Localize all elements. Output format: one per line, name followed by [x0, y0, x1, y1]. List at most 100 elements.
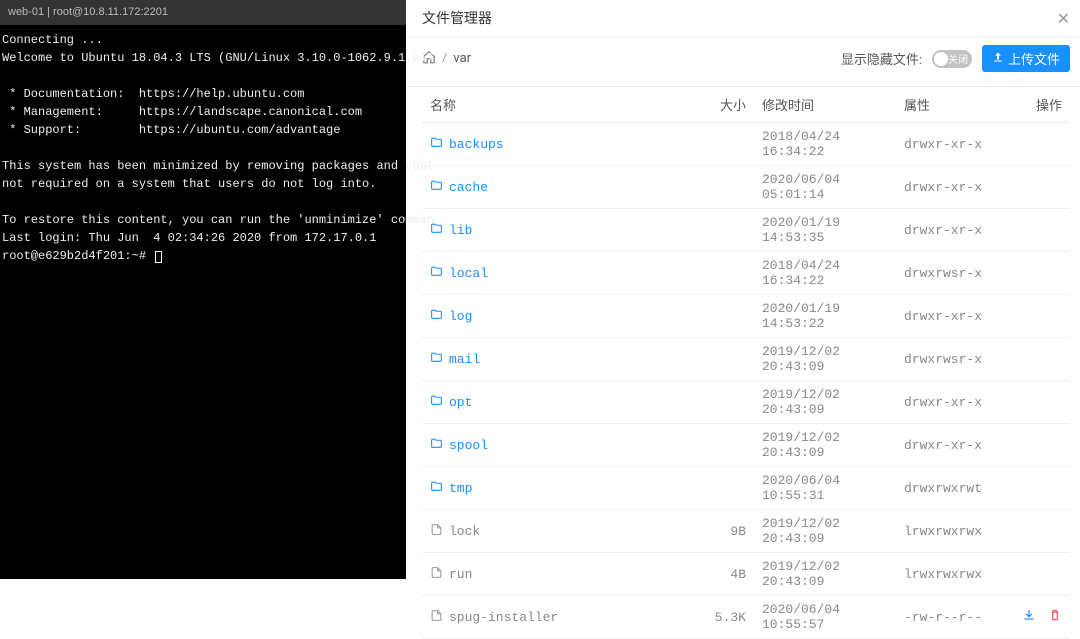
file-time: 2019/12/02 20:43:09: [762, 430, 904, 460]
file-name-text: log: [449, 309, 472, 324]
file-time: 2020/01/19 14:53:22: [762, 301, 904, 331]
file-attr: lrwxrwxrwx: [904, 567, 1022, 582]
file-name-text: run: [449, 567, 472, 582]
file-time: 2019/12/02 20:43:09: [762, 344, 904, 374]
file-name-text: spug-installer: [449, 610, 558, 625]
switch-off-label: 关闭: [948, 51, 968, 66]
terminal-output[interactable]: Connecting ... Welcome to Ubuntu 18.04.3…: [0, 25, 406, 265]
file-time: 2019/12/02 20:43:09: [762, 516, 904, 546]
file-icon: [430, 609, 443, 626]
file-name[interactable]: local: [422, 265, 702, 282]
file-name-text: opt: [449, 395, 472, 410]
table-row: spug-installer 5.3K 2020/06/04 10:55:57 …: [422, 596, 1070, 639]
file-icon: [430, 523, 443, 540]
table-header: 名称 大小 修改时间 属性 操作: [422, 87, 1070, 123]
file-attr: drwxr-xr-x: [904, 137, 1022, 152]
file-time: 2020/06/04 10:55:57: [762, 602, 904, 632]
switch-knob: [934, 52, 948, 66]
file-name[interactable]: backups: [422, 136, 702, 153]
file-name-text: tmp: [449, 481, 472, 496]
table-body: backups 2018/04/24 16:34:22 drwxr-xr-x c…: [422, 123, 1070, 639]
download-icon[interactable]: [1022, 608, 1036, 626]
terminal-cursor: [155, 251, 162, 263]
file-size: 9B: [702, 524, 762, 539]
file-name[interactable]: cache: [422, 179, 702, 196]
folder-icon: [430, 480, 443, 497]
col-size-header: 大小: [702, 95, 762, 114]
file-size: 4B: [702, 567, 762, 582]
table-row: opt 2019/12/02 20:43:09 drwxr-xr-x: [422, 381, 1070, 424]
folder-icon: [430, 308, 443, 325]
folder-icon: [430, 437, 443, 454]
col-attr-header: 属性: [904, 95, 1022, 114]
file-manager-panel: 文件管理器 ✕ / var 显示隐藏文件: 关闭 上传文件: [406, 0, 1080, 579]
terminal-prompt: root@e629b2d4f201:~#: [2, 249, 153, 263]
file-time: 2020/06/04 05:01:14: [762, 172, 904, 202]
table-row: spool 2019/12/02 20:43:09 drwxr-xr-x: [422, 424, 1070, 467]
file-name-text: lock: [449, 524, 480, 539]
table-row: cache 2020/06/04 05:01:14 drwxr-xr-x: [422, 166, 1070, 209]
file-attr: drwxrwsr-x: [904, 266, 1022, 281]
file-name-text: backups: [449, 137, 504, 152]
file-name-text: local: [449, 266, 488, 281]
file-ops: [1022, 608, 1070, 626]
file-name[interactable]: tmp: [422, 480, 702, 497]
hidden-files-toggle[interactable]: 关闭: [932, 50, 972, 68]
terminal-lines: Connecting ... Welcome to Ubuntu 18.04.3…: [2, 33, 434, 245]
file-attr: -rw-r--r--: [904, 610, 1022, 625]
file-time: 2019/12/02 20:43:09: [762, 559, 904, 589]
file-name[interactable]: spool: [422, 437, 702, 454]
panel-header: 文件管理器 ✕: [406, 0, 1080, 37]
file-attr: drwxr-xr-x: [904, 180, 1022, 195]
file-attr: drwxr-xr-x: [904, 438, 1022, 453]
upload-icon: [992, 51, 1004, 66]
file-name: lock: [422, 523, 702, 540]
delete-icon[interactable]: [1048, 608, 1062, 626]
file-name: spug-installer: [422, 609, 702, 626]
folder-icon: [430, 179, 443, 196]
table-row: local 2018/04/24 16:34:22 drwxrwsr-x: [422, 252, 1070, 295]
table-row: lib 2020/01/19 14:53:35 drwxr-xr-x: [422, 209, 1070, 252]
file-name[interactable]: opt: [422, 394, 702, 411]
table-row: run 4B 2019/12/02 20:43:09 lrwxrwxrwx: [422, 553, 1070, 596]
file-name: run: [422, 566, 702, 583]
terminal-header: web-01 | root@10.8.11.172:2201: [0, 0, 406, 25]
file-attr: drwxr-xr-x: [904, 395, 1022, 410]
breadcrumb-sep: /: [442, 51, 447, 66]
file-name-text: cache: [449, 180, 488, 195]
col-ops-header: 操作: [1022, 95, 1070, 114]
table-row: lock 9B 2019/12/02 20:43:09 lrwxrwxrwx: [422, 510, 1070, 553]
folder-icon: [430, 136, 443, 153]
file-name-text: spool: [449, 438, 488, 453]
upload-label: 上传文件: [1008, 49, 1060, 68]
file-attr: drwxr-xr-x: [904, 309, 1022, 324]
file-name[interactable]: lib: [422, 222, 702, 239]
terminal-pane: web-01 | root@10.8.11.172:2201 Connectin…: [0, 0, 406, 579]
file-time: 2018/04/24 16:34:22: [762, 258, 904, 288]
file-attr: drwxr-xr-x: [904, 223, 1022, 238]
file-size: 5.3K: [702, 610, 762, 625]
file-time: 2020/06/04 10:55:31: [762, 473, 904, 503]
file-time: 2019/12/02 20:43:09: [762, 387, 904, 417]
file-attr: lrwxrwxrwx: [904, 524, 1022, 539]
breadcrumb-path[interactable]: var: [453, 51, 471, 66]
file-time: 2018/04/24 16:34:22: [762, 129, 904, 159]
file-table: 名称 大小 修改时间 属性 操作 backups 2018/04/24 16:3…: [422, 87, 1070, 639]
table-row: mail 2019/12/02 20:43:09 drwxrwsr-x: [422, 338, 1070, 381]
col-time-header: 修改时间: [762, 95, 904, 114]
file-icon: [430, 566, 443, 583]
folder-icon: [430, 394, 443, 411]
close-icon[interactable]: ✕: [1057, 9, 1070, 28]
file-name[interactable]: log: [422, 308, 702, 325]
table-row: log 2020/01/19 14:53:22 drwxr-xr-x: [422, 295, 1070, 338]
panel-title: 文件管理器: [422, 8, 492, 28]
file-attr: drwxrwxrwt: [904, 481, 1022, 496]
col-name-header: 名称: [422, 95, 702, 114]
file-time: 2020/01/19 14:53:35: [762, 215, 904, 245]
toolbar-right: 显示隐藏文件: 关闭 上传文件: [841, 45, 1070, 72]
hidden-files-label: 显示隐藏文件:: [841, 49, 922, 68]
file-name[interactable]: mail: [422, 351, 702, 368]
file-name-text: lib: [449, 223, 472, 238]
file-attr: drwxrwsr-x: [904, 352, 1022, 367]
upload-button[interactable]: 上传文件: [982, 45, 1070, 72]
